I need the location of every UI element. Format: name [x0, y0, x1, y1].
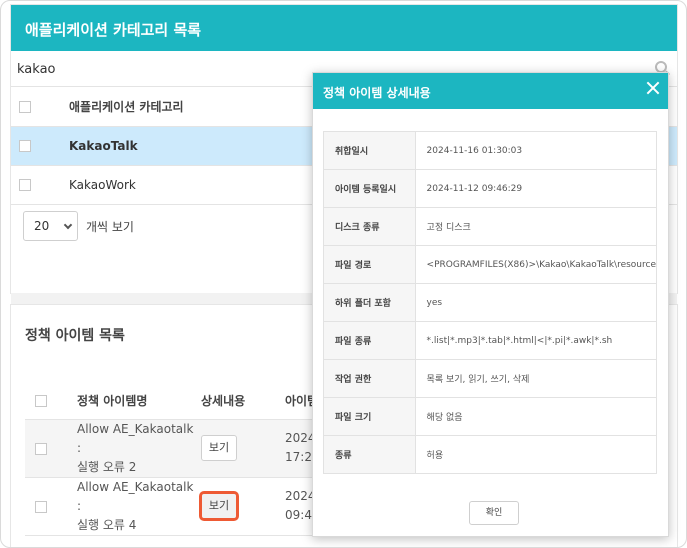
page-size-label: 개씩 보기 — [86, 219, 134, 234]
chevron-down-icon — [63, 220, 73, 230]
category-panel-title: 애플리케이션 카테고리 목록 — [11, 5, 677, 51]
detail-row: 디스크 종류 고정 디스크 — [323, 207, 658, 246]
select-all-cell — [11, 87, 59, 127]
row-checkbox[interactable] — [19, 140, 31, 152]
policy-item-name: Allow AE_Kakaotalk : 실행 오류 2 — [77, 419, 201, 478]
detail-row: 취합일시 2024-11-16 01:30:03 — [323, 131, 658, 170]
modal-title: 정책 아이템 상세내용 — [323, 86, 431, 100]
detail-table: 취합일시 2024-11-16 01:30:03 아이템 등록일시 2024-11-… — [323, 131, 658, 474]
detail-row: 파일 종류 *.list|*.mp3|*.tab|*.html|<|*.pi|*.… — [323, 321, 658, 360]
column-header-item-name: 정책 아이템명 — [77, 382, 201, 420]
row-checkbox[interactable] — [35, 442, 47, 455]
app-frame: 애플리케이션 카테고리 목록 애플리케이션 카테고리 KakaoTalk Kak… — [0, 0, 687, 548]
detail-row: 작업 권한 목록 보기, 읽기, 쓰기, 삭제 — [323, 359, 658, 398]
row-checkbox[interactable] — [19, 179, 31, 191]
policy-panel-title: 정책 아이템 목록 — [25, 328, 125, 344]
view-detail-button-highlighted[interactable]: 보기 — [201, 493, 237, 519]
policy-item-name: Allow AE_Kakaotalk : 실행 오류 4 — [77, 477, 201, 536]
confirm-button[interactable]: 확인 — [469, 501, 519, 525]
view-detail-button[interactable]: 보기 — [201, 435, 237, 461]
detail-row: 파일 경로 <PROGRAMFILES(X86)>\Kakao\KakaoTalk… — [323, 245, 658, 284]
select-all-checkbox[interactable] — [35, 394, 47, 407]
page-size-select[interactable]: 20 — [23, 211, 78, 241]
detail-row: 파일 크기 해당 없음 — [323, 397, 658, 436]
policy-detail-modal: 정책 아이템 상세내용 취합일시 2024-11-16 01:30:03 아이템 … — [312, 72, 669, 537]
select-all-checkbox[interactable] — [19, 100, 31, 113]
close-icon[interactable] — [646, 81, 660, 95]
modal-header: 정책 아이템 상세내용 — [313, 73, 668, 109]
row-checkbox[interactable] — [35, 500, 47, 513]
detail-row: 아이템 등록일시 2024-11-12 09:46:29 — [323, 169, 658, 208]
pager: 20 개씩 보기 — [23, 211, 134, 241]
page-size-value: 20 — [34, 219, 50, 233]
detail-row: 하위 폴더 포함 yes — [323, 283, 658, 322]
column-header-detail: 상세내용 — [201, 382, 285, 420]
detail-row: 종류 허용 — [323, 435, 658, 474]
